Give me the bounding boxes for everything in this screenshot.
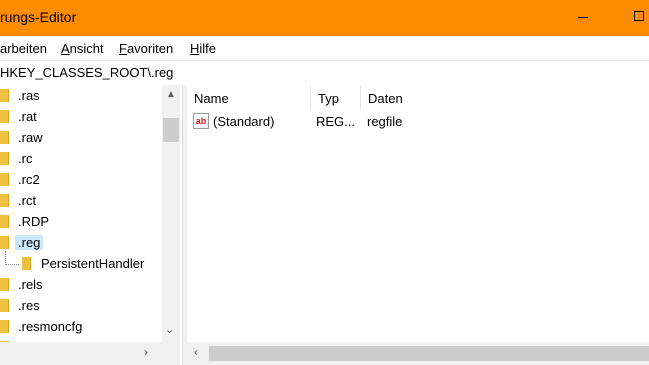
menu-favoriten-rest: avoriten	[126, 41, 174, 56]
folder-icon	[0, 299, 9, 312]
tree-item-label: .rc2	[18, 172, 40, 187]
scroll-up-icon[interactable]: ▲	[166, 89, 176, 100]
scrollbar-thumb[interactable]	[163, 118, 179, 142]
tree-connector	[5, 251, 6, 265]
column-header-name[interactable]: Name	[187, 85, 311, 110]
title-bar[interactable]: rungs-Editor	[0, 0, 649, 36]
menu-ansicht-accel: A	[61, 41, 70, 56]
folder-icon	[0, 131, 9, 144]
chevron-down-icon[interactable]: ⌄	[165, 323, 174, 336]
folder-icon	[22, 257, 31, 270]
folder-icon	[0, 278, 9, 291]
menu-ansicht[interactable]: Ansicht	[61, 41, 104, 56]
string-value-icon: ab	[193, 113, 209, 129]
folder-icon	[0, 215, 9, 228]
list-horizontal-scrollbar[interactable]: ‹	[187, 342, 649, 365]
tree-item[interactable]: .res	[0, 295, 165, 316]
tree-item-selected[interactable]: .reg	[0, 232, 165, 253]
chevron-left-icon[interactable]: ‹	[194, 345, 198, 359]
tree-item[interactable]: .resmoncfg	[0, 316, 165, 337]
column-label: Typ	[318, 91, 339, 106]
folder-icon	[0, 320, 9, 333]
value-name[interactable]: (Standard)	[213, 114, 274, 129]
tree-item[interactable]: .rels	[0, 274, 165, 295]
menu-bar: arbeiten Ansicht Favoriten Hilfe	[0, 37, 649, 59]
window-title: rungs-Editor	[0, 9, 77, 25]
tree-item[interactable]: .RDP	[0, 211, 165, 232]
tree-item[interactable]: .rat	[0, 106, 165, 127]
tree-item[interactable]: .rct	[0, 190, 165, 211]
tree-item-label: PersistentHandler	[41, 256, 145, 271]
tree-item-child[interactable]: PersistentHandler	[0, 253, 165, 274]
tree-item-label: .rc	[18, 151, 33, 166]
menu-ansicht-rest: nsicht	[69, 41, 104, 56]
tree-connector	[5, 264, 19, 265]
value-list[interactable]: Name Typ Daten ab (Standard) REG... regf…	[187, 85, 649, 365]
tree-item[interactable]: .raw	[0, 127, 165, 148]
folder-icon	[0, 110, 9, 123]
address-bar[interactable]: HKEY_CLASSES_ROOT\.reg	[0, 60, 649, 86]
tree-item[interactable]: .rc	[0, 148, 165, 169]
menu-hilfe[interactable]: Hilfe	[190, 41, 216, 56]
folder-icon	[0, 173, 9, 186]
menu-favoriten[interactable]: Favoriten	[119, 41, 173, 56]
open-folder-icon	[0, 236, 9, 249]
chevron-right-icon[interactable]: ›	[144, 345, 148, 359]
menu-hilfe-accel: H	[190, 41, 200, 56]
tree-item[interactable]: .rc2	[0, 169, 165, 190]
tree-vertical-scrollbar[interactable]: ▲ ⌄	[162, 85, 180, 342]
folder-icon	[0, 89, 9, 102]
address-path: HKEY_CLASSES_ROOT\.reg	[0, 65, 174, 80]
menu-favoriten-accel: F	[119, 41, 127, 56]
tree-item-label: .resmoncfg	[18, 319, 83, 334]
column-header-data[interactable]: Daten	[361, 85, 649, 110]
column-header-type[interactable]: Typ	[311, 85, 361, 110]
minimize-icon[interactable]	[578, 17, 588, 18]
tree-item-label: .RDP	[18, 214, 50, 229]
tree-horizontal-scrollbar[interactable]: ›	[0, 342, 162, 365]
value-type: REG...	[316, 114, 356, 129]
key-tree[interactable]: .ras .rat .raw .rc .rc2 .rct .RDP .reg P…	[0, 85, 182, 365]
column-label: Daten	[368, 91, 403, 106]
menu-hilfe-rest: ilfe	[199, 41, 217, 56]
tree-item-label: .rat	[18, 109, 37, 124]
maximize-icon[interactable]	[634, 11, 644, 21]
folder-icon	[0, 194, 9, 207]
tree-item-label: .rct	[18, 193, 37, 208]
tree-item-label: .ras	[18, 88, 40, 103]
tree-item-label: .rels	[18, 277, 43, 292]
tree-item-label: .raw	[18, 130, 43, 145]
tree-item[interactable]: .ras	[0, 85, 165, 106]
scrollbar-thumb[interactable]	[209, 346, 649, 361]
tree-item-label: .reg	[15, 235, 44, 250]
menu-bearbeiten[interactable]: arbeiten	[0, 41, 47, 56]
column-label: Name	[194, 91, 229, 106]
tree-item-label: .res	[18, 298, 40, 313]
value-data: regfile	[367, 114, 403, 129]
scrollbar-corner	[162, 342, 180, 365]
folder-icon	[0, 152, 9, 165]
